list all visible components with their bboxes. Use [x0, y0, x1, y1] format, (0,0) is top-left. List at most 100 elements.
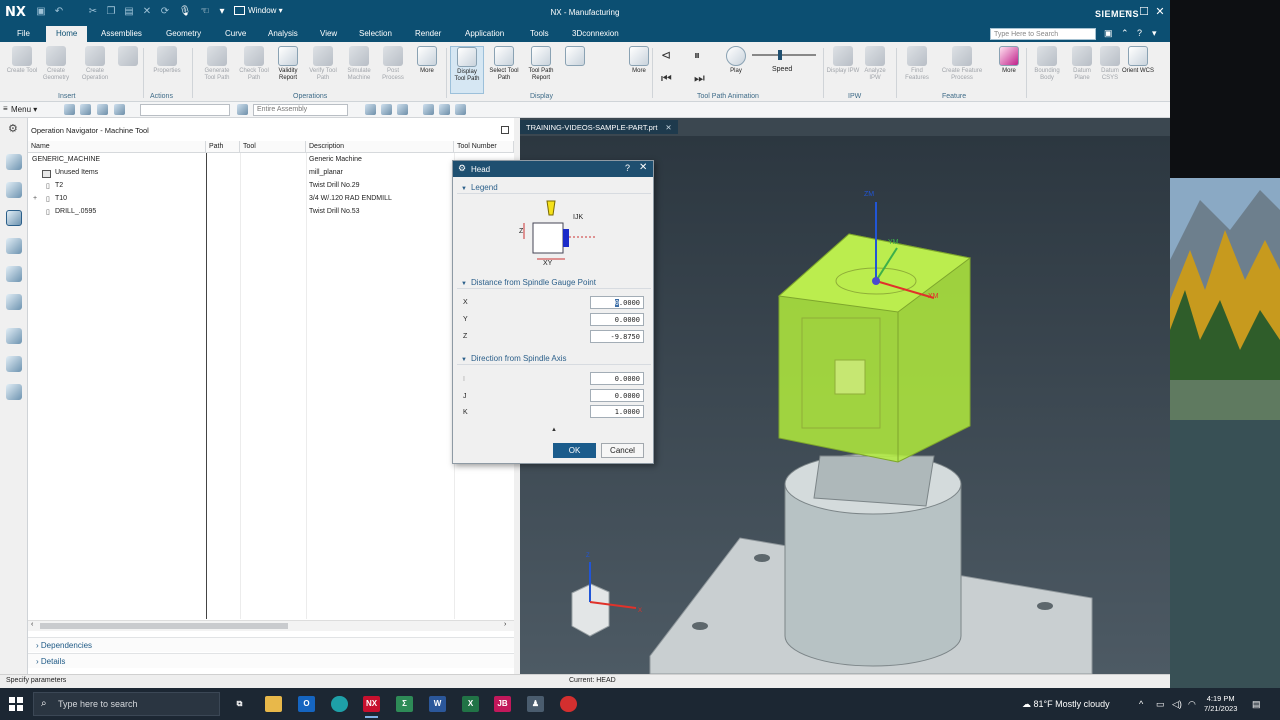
pin-icon[interactable] — [501, 126, 509, 134]
table-row[interactable]: + ▯ T10 3/4 W/.120 RAD ENDMILL — [28, 193, 514, 206]
column-header-tool[interactable]: Tool — [240, 141, 306, 153]
ribbon-options-icon[interactable]: ▾ — [1152, 28, 1157, 39]
windows-start-icon[interactable] — [9, 697, 23, 711]
minimize-button[interactable]: – — [1121, 5, 1135, 17]
i-direction-input[interactable]: 0.0000 — [590, 372, 644, 385]
create-tool-button[interactable]: Create Tool — [5, 46, 39, 94]
volume-icon[interactable]: ◁) — [1172, 699, 1182, 710]
play-button[interactable]: Play — [719, 46, 753, 94]
table-row[interactable]: ▯ DRILL_.0595 Twist Drill No.53 — [28, 206, 514, 219]
nx-taskbar-icon[interactable]: NX — [363, 696, 380, 718]
operations-more-button[interactable]: More — [410, 46, 444, 94]
gear-icon[interactable]: ⚙ — [8, 122, 18, 135]
tray-chevron-icon[interactable]: ^ — [1139, 699, 1143, 709]
tools-icon[interactable] — [397, 104, 408, 115]
close-icon[interactable]: ✕ — [639, 162, 647, 173]
reuse-library-icon[interactable] — [6, 294, 22, 310]
process-studio-icon[interactable] — [6, 356, 22, 372]
help-icon[interactable]: ? — [625, 163, 630, 173]
analyze-ipw-button[interactable]: Analyze IPW — [858, 46, 892, 94]
generate-tool-path-button[interactable]: Generate Tool Path — [200, 46, 234, 94]
legend-section-header[interactable]: ▼ Legend — [457, 181, 651, 194]
taskbar-clock[interactable]: 4:19 PM 7/21/2023 — [1204, 694, 1237, 714]
dependencies-panel[interactable]: › Dependencies — [28, 637, 514, 652]
menu-lines-icon[interactable]: ≡ — [3, 104, 8, 113]
rewind-icon[interactable]: ⊲ — [661, 48, 671, 62]
orient-wcs-button[interactable]: Orient WCS — [1121, 46, 1155, 94]
create-geometry-button[interactable]: Create Geometry — [39, 46, 73, 94]
check-tool-path-button[interactable]: Check Tool Path — [237, 46, 271, 94]
roles-icon[interactable] — [6, 384, 22, 400]
menu-file[interactable]: File — [17, 29, 30, 38]
pause-icon[interactable]: ⏸ — [694, 48, 700, 63]
direction-section-header[interactable]: ▼ Direction from Spindle Axis — [457, 352, 651, 365]
gear-icon[interactable]: ⚙ — [458, 163, 466, 174]
ribbon-collapse-icon[interactable]: ⌃ — [1121, 28, 1129, 39]
speed-slider-thumb[interactable] — [778, 50, 782, 60]
part-navigator-icon[interactable] — [6, 154, 22, 170]
part-file-tab[interactable]: TRAINING-VIDEOS-SAMPLE-PART.prt ✕ — [520, 120, 678, 134]
details-panel[interactable]: › Details — [28, 653, 514, 668]
menu-geometry[interactable]: Geometry — [166, 29, 201, 38]
collapse-dialog-icon[interactable]: ▲ — [551, 427, 557, 433]
j-direction-input[interactable]: 0.0000 — [590, 389, 644, 402]
distance-section-header[interactable]: ▼ Distance from Spindle Gauge Point — [457, 276, 651, 289]
expand-icon[interactable]: + — [33, 195, 37, 202]
dialog-header[interactable]: ⚙ Head ? ✕ — [453, 161, 653, 177]
sigma-app-icon[interactable]: Σ — [396, 696, 413, 712]
menu-curve[interactable]: Curve — [225, 29, 246, 38]
create-feature-process-button[interactable]: Create Feature Process — [938, 46, 986, 94]
find-features-button[interactable]: Find Features — [900, 46, 934, 94]
display-tool-path-button[interactable]: Display Tool Path — [450, 46, 484, 94]
post-process-button[interactable]: Post Process — [376, 46, 410, 94]
deselect-icon[interactable] — [114, 104, 125, 115]
window-layout-icon[interactable]: ▣ — [1104, 28, 1113, 39]
bounding-body-button[interactable]: Bounding Body — [1030, 46, 1064, 94]
menu-render[interactable]: Render — [415, 29, 441, 38]
step-forward-icon[interactable]: ⏭ — [694, 71, 705, 86]
validity-report-button[interactable]: Validity Report — [271, 46, 305, 94]
jb-app-icon[interactable]: JB — [494, 696, 511, 712]
column-header-path[interactable]: Path — [206, 141, 240, 153]
speed-slider-track[interactable] — [752, 54, 816, 56]
wifi-icon[interactable]: ◠ — [1188, 699, 1196, 710]
scrollbar-thumb[interactable] — [40, 623, 288, 629]
menu-application[interactable]: Application — [465, 29, 504, 38]
notifications-icon[interactable]: ▤ — [1252, 699, 1261, 710]
table-row[interactable]: ▯ T2 Twist Drill No.29 — [28, 180, 514, 193]
help-icon[interactable]: ? — [1137, 28, 1142, 38]
menu-view[interactable]: View — [320, 29, 337, 38]
feature-more-button[interactable]: More — [992, 46, 1026, 94]
scroll-left-icon[interactable]: ‹ — [31, 621, 33, 628]
x-distance-input[interactable]: 0.0000 — [590, 296, 644, 309]
assembly-navigator-icon[interactable] — [6, 182, 22, 198]
word-icon[interactable]: W — [429, 696, 446, 712]
chrome-icon[interactable] — [560, 696, 577, 712]
scroll-right-icon[interactable]: › — [504, 621, 506, 628]
tool-path-report-button[interactable]: Tool Path Report — [524, 46, 558, 94]
filter-settings-icon[interactable] — [237, 104, 248, 115]
display-ipw-button[interactable]: Display IPW — [826, 46, 860, 94]
select-tool-path-button[interactable]: Select Tool Path — [487, 46, 521, 94]
insert-extra-button[interactable] — [111, 46, 145, 94]
verify-tool-path-button[interactable]: Verify Tool Path — [306, 46, 340, 94]
show-hide-icon[interactable] — [365, 104, 376, 115]
outlook-icon[interactable]: O — [298, 696, 315, 712]
simulate-machine-button[interactable]: Simulate Machine — [342, 46, 376, 94]
search-icon[interactable]: ⌕ — [1084, 28, 1089, 39]
properties-button[interactable]: Properties — [150, 46, 184, 94]
z-distance-input[interactable]: -9.8750 — [590, 330, 644, 343]
horizontal-scrollbar[interactable]: ‹ › — [28, 620, 514, 631]
snap-icon[interactable] — [97, 104, 108, 115]
display-options-button[interactable] — [558, 46, 592, 94]
edge-icon[interactable] — [331, 696, 348, 712]
display-more-button[interactable]: More — [622, 46, 656, 94]
network-icon[interactable]: ▭ — [1156, 699, 1165, 710]
column-header-description[interactable]: Description — [306, 141, 454, 153]
close-tab-icon[interactable]: ✕ — [665, 123, 671, 132]
menu-dropdown[interactable]: Menu ▾ — [11, 105, 37, 114]
wireframe-icon[interactable] — [455, 104, 466, 115]
operation-navigator-icon[interactable] — [6, 210, 22, 226]
view-fit-icon[interactable] — [423, 104, 434, 115]
k-direction-input[interactable]: 1.0000 — [590, 405, 644, 418]
